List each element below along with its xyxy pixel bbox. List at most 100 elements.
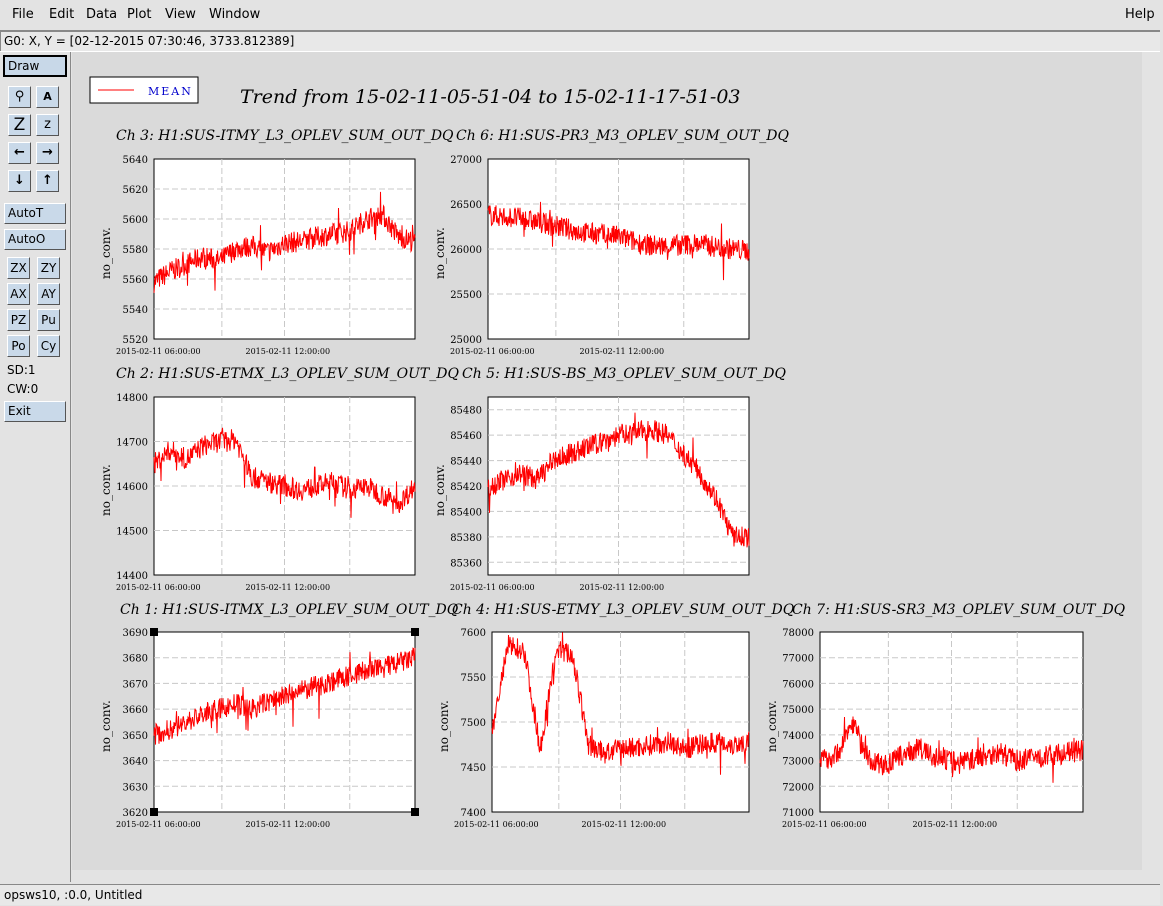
- chart-3: Ch 2: H1:SUS-ETMX_L3_OPLEV_SUM_OUT_DQ 144…: [99, 366, 459, 592]
- x-tick-label: 2015-02-11 06:00:00: [454, 820, 539, 829]
- y-tick-label: 3670: [123, 679, 148, 690]
- chart-title: Ch 4: H1:SUS-ETMY_L3_OPLEV_SUM_OUT_DQ: [452, 602, 795, 618]
- y-tick-label: 5520: [123, 335, 148, 346]
- ay-button[interactable]: AY: [37, 283, 60, 305]
- y-tick-label: 85440: [450, 457, 482, 468]
- chart-5: Ch 1: H1:SUS-ITMX_L3_OPLEV_SUM_OUT_DQ 362…: [99, 602, 459, 829]
- ax-button[interactable]: AX: [7, 283, 30, 305]
- zoom-small-icon[interactable]: z: [36, 114, 59, 136]
- arrow-right-icon[interactable]: →: [36, 142, 59, 164]
- magnify-icon[interactable]: ⚲: [8, 86, 31, 108]
- zoom-big-icon[interactable]: Z: [8, 114, 31, 136]
- y-tick-label: 5540: [123, 305, 148, 316]
- chart-4: Ch 5: H1:SUS-BS_M3_OPLEV_SUM_OUT_DQ 85360…: [433, 366, 787, 592]
- y-axis-label: no_conv.: [99, 700, 113, 752]
- y-tick-label: 25500: [450, 290, 482, 301]
- selection-handle: [150, 628, 158, 636]
- arrow-up-icon[interactable]: ↑: [36, 170, 59, 192]
- y-tick-label: 14500: [116, 527, 148, 538]
- exit-button[interactable]: Exit: [4, 401, 66, 422]
- y-tick-label: 5600: [123, 215, 148, 226]
- draw-button[interactable]: Draw: [3, 55, 67, 77]
- y-tick-label: 85400: [450, 507, 482, 518]
- y-tick-label: 76000: [782, 679, 814, 690]
- y-tick-label: 3660: [123, 705, 148, 716]
- y-tick-label: 26000: [450, 245, 482, 256]
- menu-data[interactable]: Data: [86, 7, 117, 22]
- menu-window[interactable]: Window: [209, 7, 260, 22]
- x-tick-label: 2015-02-11 12:00:00: [580, 347, 665, 356]
- chart-title: Ch 2: H1:SUS-ETMX_L3_OPLEV_SUM_OUT_DQ: [116, 366, 459, 382]
- y-tick-label: 7500: [461, 718, 486, 729]
- y-tick-label: 3690: [123, 628, 148, 639]
- cw-readout: CW:0: [7, 382, 39, 396]
- y-tick-label: 85480: [450, 406, 482, 417]
- autoo-button[interactable]: AutoO: [4, 229, 66, 250]
- y-tick-label: 3640: [123, 757, 148, 768]
- x-tick-label: 2015-02-11 12:00:00: [580, 583, 665, 592]
- y-tick-label: 14800: [116, 393, 148, 404]
- pu-button[interactable]: Pu: [37, 309, 60, 331]
- y-tick-label: 72000: [782, 782, 814, 793]
- y-tick-label: 3680: [123, 654, 148, 665]
- footer-status-bar: opsws10, :0.0, Untitled: [0, 884, 1160, 905]
- x-tick-label: 2015-02-11 12:00:00: [582, 820, 667, 829]
- coordinate-readout: G0: X, Y = [02-12-2015 07:30:46, 3733.81…: [4, 34, 295, 48]
- y-tick-label: 5640: [123, 155, 148, 166]
- chart-1: Ch 3: H1:SUS-ITMY_L3_OPLEV_SUM_OUT_DQ 552…: [99, 128, 454, 356]
- y-tick-label: 78000: [782, 628, 814, 639]
- y-tick-label: 14400: [116, 571, 148, 582]
- cy-button[interactable]: Cy: [37, 335, 60, 357]
- chart-7: Ch 7: H1:SUS-SR3_M3_OPLEV_SUM_OUT_DQ 7100…: [765, 602, 1126, 829]
- selection-handle: [150, 808, 158, 816]
- y-tick-label: 85360: [450, 558, 482, 569]
- y-axis-label: no_conv.: [433, 464, 447, 516]
- menu-bar: File Edit Data Plot View Window Help: [0, 0, 1163, 28]
- zx-button[interactable]: ZX: [7, 257, 30, 279]
- chart-title: Ch 3: H1:SUS-ITMY_L3_OPLEV_SUM_OUT_DQ: [116, 128, 454, 144]
- menu-file[interactable]: File: [12, 7, 34, 22]
- trend-plots[interactable]: MEAN Trend from 15-02-11-05-51-04 to 15-0…: [72, 52, 1142, 870]
- menu-view[interactable]: View: [165, 7, 196, 22]
- autot-button[interactable]: AutoT: [4, 203, 66, 224]
- x-tick-label: 2015-02-11 06:00:00: [782, 820, 867, 829]
- y-tick-label: 3630: [123, 782, 148, 793]
- y-axis-label: no_conv.: [433, 227, 447, 279]
- chart-6: Ch 4: H1:SUS-ETMY_L3_OPLEV_SUM_OUT_DQ 740…: [437, 602, 795, 829]
- text-style-icon[interactable]: A: [36, 86, 59, 108]
- y-tick-label: 5580: [123, 245, 148, 256]
- y-tick-label: 25000: [450, 335, 482, 346]
- y-tick-label: 75000: [782, 705, 814, 716]
- zy-button[interactable]: ZY: [37, 257, 60, 279]
- y-tick-label: 73000: [782, 757, 814, 768]
- x-tick-label: 2015-02-11 06:00:00: [450, 583, 535, 592]
- pz-button[interactable]: PZ: [7, 309, 30, 331]
- x-tick-label: 2015-02-11 12:00:00: [913, 820, 998, 829]
- x-tick-label: 2015-02-11 12:00:00: [246, 347, 331, 356]
- arrow-down-icon[interactable]: ↓: [8, 170, 31, 192]
- y-tick-label: 77000: [782, 654, 814, 665]
- x-tick-label: 2015-02-11 06:00:00: [450, 347, 535, 356]
- chart-title: Ch 7: H1:SUS-SR3_M3_OPLEV_SUM_OUT_DQ: [792, 602, 1126, 618]
- chart-title: Ch 1: H1:SUS-ITMX_L3_OPLEV_SUM_OUT_DQ: [120, 602, 459, 618]
- y-tick-label: 7550: [461, 673, 486, 684]
- coordinate-status-bar: G0: X, Y = [02-12-2015 07:30:46, 3733.81…: [0, 30, 1160, 52]
- x-tick-label: 2015-02-11 06:00:00: [116, 820, 201, 829]
- y-tick-label: 74000: [782, 731, 814, 742]
- y-tick-label: 5620: [123, 185, 148, 196]
- menu-help[interactable]: Help: [1125, 7, 1155, 22]
- plot-canvas[interactable]: MEAN Trend from 15-02-11-05-51-04 to 15-0…: [72, 52, 1142, 870]
- y-tick-label: 3650: [123, 731, 148, 742]
- selection-handle: [411, 808, 419, 816]
- legend-label: MEAN: [148, 85, 193, 98]
- po-button[interactable]: Po: [7, 335, 30, 357]
- arrow-left-icon[interactable]: ←: [8, 142, 31, 164]
- y-tick-label: 85460: [450, 431, 482, 442]
- x-tick-label: 2015-02-11 12:00:00: [246, 583, 331, 592]
- menu-plot[interactable]: Plot: [127, 7, 152, 22]
- selection-handle: [411, 628, 419, 636]
- chart-title: Ch 5: H1:SUS-BS_M3_OPLEV_SUM_OUT_DQ: [462, 366, 787, 382]
- menu-edit[interactable]: Edit: [49, 7, 74, 22]
- y-axis-label: no_conv.: [99, 227, 113, 279]
- y-tick-label: 14600: [116, 482, 148, 493]
